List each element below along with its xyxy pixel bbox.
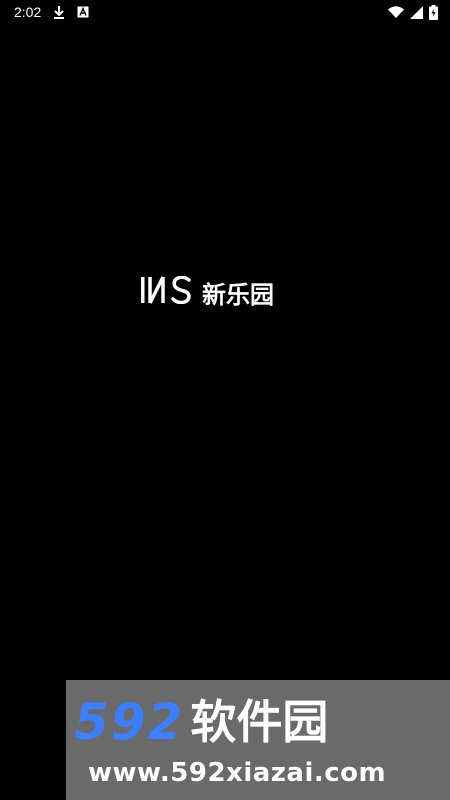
watermark-name: 软件园 [190,695,329,749]
app-logo: 新乐园 [140,275,274,309]
watermark-url: www.592xiazai.com [88,758,387,788]
signal-icon [410,5,423,19]
download-icon [53,5,65,19]
wifi-icon [388,6,404,18]
status-left: 2:02 [14,4,89,20]
status-time: 2:02 [14,4,42,20]
keyboard-a-icon [77,6,89,18]
watermark-brand: 592 软件园 [74,694,328,750]
watermark-banner: 592 软件园 www.592xiazai.com [66,680,450,800]
ins-logo-mark [140,275,196,309]
battery-charging-icon [429,4,438,20]
watermark-number: 592 [74,693,185,751]
app-name: 新乐园 [202,280,274,309]
status-right [388,4,438,20]
splash-screen: 2:02 新乐园 592 软件园 www.592xiazai.com [0,0,450,800]
status-bar: 2:02 [0,0,450,24]
